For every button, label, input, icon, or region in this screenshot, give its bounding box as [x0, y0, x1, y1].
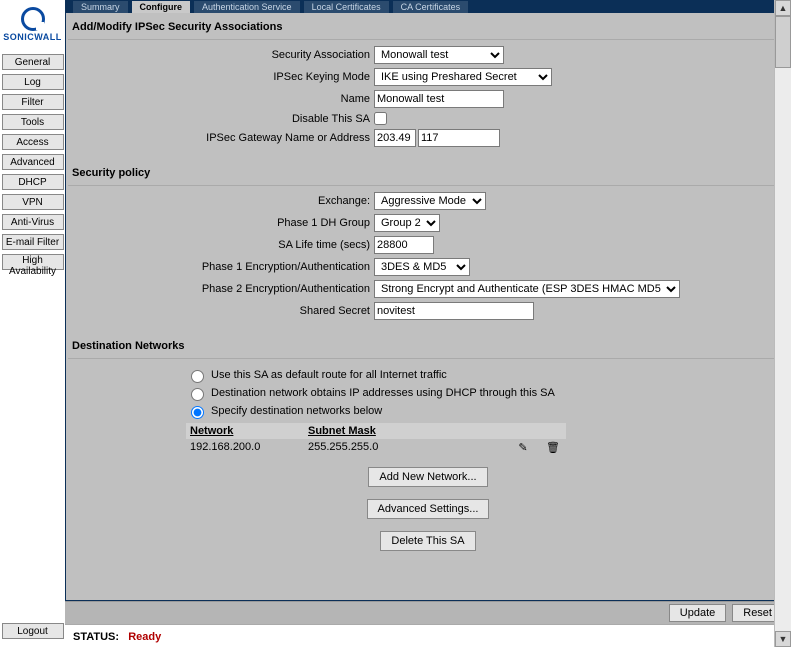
nav-access[interactable]: Access	[2, 134, 64, 150]
add-network-button[interactable]: Add New Network...	[368, 467, 487, 487]
dest-radio-dhcp[interactable]	[191, 388, 204, 401]
life-label: SA Life time (secs)	[70, 239, 374, 251]
advanced-settings-button[interactable]: Advanced Settings...	[367, 499, 490, 519]
heading-policy: Security policy	[68, 161, 788, 186]
life-input[interactable]	[374, 236, 434, 254]
th-mask: Subnet Mask	[304, 423, 462, 439]
exchange-label: Exchange:	[70, 195, 374, 207]
tab-ca-certs[interactable]: CA Certificates	[393, 1, 469, 13]
sa-label: Security Association	[70, 49, 374, 61]
exchange-select[interactable]: Aggressive Mode	[374, 192, 486, 210]
sa-select[interactable]: Monowall test	[374, 46, 504, 64]
secret-input[interactable]	[374, 302, 534, 320]
nav-emailfilter[interactable]: E-mail Filter	[2, 234, 64, 250]
tab-auth-service[interactable]: Authentication Service	[194, 1, 300, 13]
scroll-up-icon[interactable]: ▲	[775, 0, 791, 16]
logo-text: SONICWALL	[3, 32, 62, 42]
content-panel: Add/Modify IPSec Security Associations S…	[65, 13, 791, 601]
table-row: 192.168.200.0 255.255.255.0 ✎ 🗑	[186, 439, 566, 455]
dh-select[interactable]: Group 2	[374, 214, 440, 232]
scroll-track[interactable]	[775, 16, 791, 631]
scrollbar[interactable]: ▲ ▼	[774, 0, 791, 647]
nav-vpn[interactable]: VPN	[2, 194, 64, 210]
dest-radio-specify-label: Specify destination networks below	[211, 405, 382, 417]
dest-radio-specify[interactable]	[191, 406, 204, 419]
delete-sa-button[interactable]: Delete This SA	[380, 531, 475, 551]
tab-summary[interactable]: Summary	[73, 1, 128, 13]
cell-network: 192.168.200.0	[186, 439, 304, 455]
nav-general[interactable]: General	[2, 54, 64, 70]
cell-mask: 255.255.255.0	[304, 439, 462, 455]
nav-tools[interactable]: Tools	[2, 114, 64, 130]
gw-input-a[interactable]	[374, 129, 416, 147]
nav-log[interactable]: Log	[2, 74, 64, 90]
p2enc-label: Phase 2 Encryption/Authentication	[70, 283, 374, 295]
heading-dest: Destination Networks	[68, 334, 788, 359]
top-tabs: Summary Configure Authentication Service…	[65, 0, 791, 13]
gw-input-b[interactable]	[418, 129, 500, 147]
th-network: Network	[186, 423, 304, 439]
keying-label: IPSec Keying Mode	[70, 71, 374, 83]
logo-icon	[21, 7, 45, 31]
secret-label: Shared Secret	[70, 305, 374, 317]
keying-select[interactable]: IKE using Preshared Secret	[374, 68, 552, 86]
gw-label: IPSec Gateway Name or Address	[70, 132, 374, 144]
scroll-thumb[interactable]	[775, 16, 791, 68]
name-input[interactable]	[374, 90, 504, 108]
logo: SONICWALL	[2, 4, 64, 44]
update-button[interactable]: Update	[669, 604, 726, 622]
nav-highavail[interactable]: High Availability	[2, 254, 64, 270]
p1enc-label: Phase 1 Encryption/Authentication	[70, 261, 374, 273]
dest-table: Network Subnet Mask 192.168.200.0 255.25…	[186, 423, 566, 455]
tab-local-certs[interactable]: Local Certificates	[304, 1, 389, 13]
nav-dhcp[interactable]: DHCP	[2, 174, 64, 190]
dh-label: Phase 1 DH Group	[70, 217, 374, 229]
p1enc-select[interactable]: 3DES & MD5	[374, 258, 470, 276]
nav-advanced[interactable]: Advanced	[2, 154, 64, 170]
heading-ipsec: Add/Modify IPSec Security Associations	[68, 13, 788, 40]
disable-label: Disable This SA	[70, 113, 374, 125]
edit-icon[interactable]: ✎	[516, 440, 530, 454]
footer-bar: Update Reset	[65, 601, 791, 624]
delete-icon[interactable]: 🗑	[546, 440, 560, 454]
scroll-down-icon[interactable]: ▼	[775, 631, 791, 647]
sidebar: SONICWALL General Log Filter Tools Acces…	[0, 0, 65, 647]
disable-checkbox[interactable]	[374, 112, 387, 125]
dest-radio-default-label: Use this SA as default route for all Int…	[211, 369, 447, 381]
status-label: STATUS:	[73, 631, 119, 643]
dest-radio-default[interactable]	[191, 370, 204, 383]
status-bar: STATUS: Ready	[65, 624, 791, 647]
logout-button[interactable]: Logout	[2, 623, 64, 639]
p2enc-select[interactable]: Strong Encrypt and Authenticate (ESP 3DE…	[374, 280, 680, 298]
status-value: Ready	[128, 631, 161, 643]
dest-radio-dhcp-label: Destination network obtains IP addresses…	[211, 387, 555, 399]
nav-filter[interactable]: Filter	[2, 94, 64, 110]
tab-configure[interactable]: Configure	[132, 1, 191, 13]
name-label: Name	[70, 93, 374, 105]
nav-antivirus[interactable]: Anti-Virus	[2, 214, 64, 230]
